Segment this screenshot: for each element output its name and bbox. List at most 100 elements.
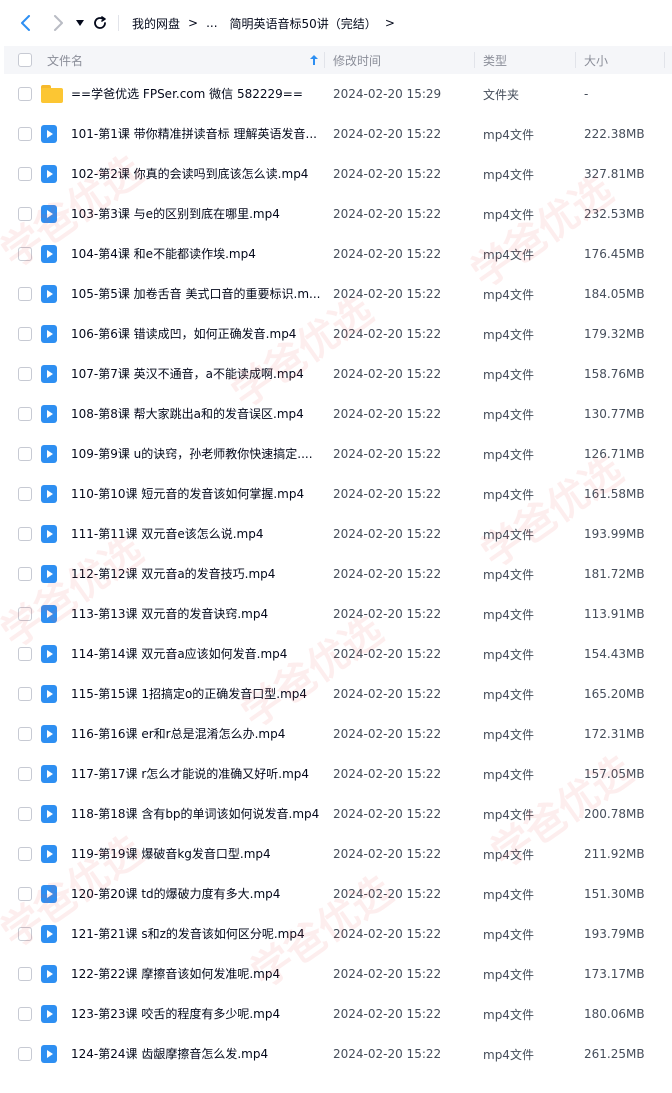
row-checkbox[interactable] <box>18 194 32 234</box>
table-row[interactable]: 115-第15课 1招搞定o的正确发音口型.mp4 2024-02-20 15:2… <box>4 674 672 714</box>
row-checkbox[interactable] <box>18 1034 32 1074</box>
row-checkbox[interactable] <box>18 314 32 354</box>
file-modified-time: 2024-02-20 15:22 <box>333 967 442 981</box>
row-checkbox[interactable] <box>18 634 32 674</box>
row-checkbox[interactable] <box>18 474 32 514</box>
table-row[interactable]: 122-第22课 摩擦音该如何发准呢.mp4 2024-02-20 15:22 mp… <box>4 954 672 994</box>
file-name[interactable]: 121-第21课 s和z的发音该如何区分呢.mp4 <box>71 914 321 954</box>
select-all-checkbox[interactable] <box>18 46 32 74</box>
file-name[interactable]: 105-第5课 加卷舌音 美式口音的重要标识.m... <box>71 274 321 314</box>
table-row[interactable]: 110-第10课 短元音的发音该如何掌握.mp4 2024-02-20 15:22… <box>4 474 672 514</box>
breadcrumb-item-root[interactable]: 我的网盘 <box>132 15 180 32</box>
file-name[interactable]: 123-第23课 咬舌的程度有多少呢.mp4 <box>71 994 321 1034</box>
row-checkbox[interactable] <box>18 674 32 714</box>
file-modified-time: 2024-02-20 15:22 <box>333 607 442 621</box>
table-row[interactable]: 119-第19课 爆破音kg发音口型.mp4 2024-02-20 15:22 mp… <box>4 834 672 874</box>
file-name[interactable]: 109-第9课 u的诀窍，孙老师教你快速搞定.... <box>71 434 321 474</box>
table-row[interactable]: 107-第7课 英汉不通音，a不能读成啊.mp4 2024-02-20 15:22… <box>4 354 672 394</box>
file-type: mp4文件 <box>483 527 534 542</box>
column-divider[interactable] <box>575 52 576 68</box>
table-row[interactable]: 114-第14课 双元音a应该如何发音.mp4 2024-02-20 15:22 m… <box>4 634 672 674</box>
file-name[interactable]: 111-第11课 双元音e该怎么说.mp4 <box>71 514 321 554</box>
file-modified-time: 2024-02-20 15:22 <box>333 847 442 861</box>
breadcrumb-item-ellipsis[interactable]: ... <box>206 16 217 30</box>
column-header-type[interactable]: 类型 <box>483 46 507 74</box>
table-row[interactable]: 109-第9课 u的诀窍，孙老师教你快速搞定.... 2024-02-20 15:… <box>4 434 672 474</box>
file-name[interactable]: 118-第18课 含有bp的单词该如何说发音.mp4 <box>71 794 321 834</box>
column-divider[interactable] <box>324 52 325 68</box>
file-size: 157.05MB <box>584 767 645 781</box>
refresh-icon[interactable] <box>90 13 110 33</box>
column-divider[interactable] <box>664 52 665 68</box>
table-row[interactable]: 106-第6课 错读成凹，如何正确发音.mp4 2024-02-20 15:22 m… <box>4 314 672 354</box>
row-checkbox[interactable] <box>18 394 32 434</box>
column-divider[interactable] <box>474 52 475 68</box>
file-name[interactable]: 107-第7课 英汉不通音，a不能读成啊.mp4 <box>71 354 321 394</box>
column-header-modified[interactable]: 修改时间 <box>333 46 381 74</box>
file-name[interactable]: 116-第16课 er和r总是混淆怎么办.mp4 <box>71 714 321 754</box>
file-size: 232.53MB <box>584 207 645 221</box>
row-checkbox[interactable] <box>18 274 32 314</box>
file-name[interactable]: 117-第17课 r怎么才能说的准确又好听.mp4 <box>71 754 321 794</box>
row-checkbox[interactable] <box>18 874 32 914</box>
file-name[interactable]: 122-第22课 摩擦音该如何发准呢.mp4 <box>71 954 321 994</box>
file-name[interactable]: 106-第6课 错读成凹，如何正确发音.mp4 <box>71 314 321 354</box>
row-checkbox[interactable] <box>18 514 32 554</box>
table-row[interactable]: 116-第16课 er和r总是混淆怎么办.mp4 2024-02-20 15:22… <box>4 714 672 754</box>
row-checkbox[interactable] <box>18 714 32 754</box>
row-checkbox[interactable] <box>18 114 32 154</box>
file-name[interactable]: 114-第14课 双元音a应该如何发音.mp4 <box>71 634 321 674</box>
table-row[interactable]: 120-第20课 td的爆破力度有多大.mp4 2024-02-20 15:22 m… <box>4 874 672 914</box>
file-size: 222.38MB <box>584 127 645 141</box>
table-row[interactable]: 123-第23课 咬舌的程度有多少呢.mp4 2024-02-20 15:22 mp… <box>4 994 672 1034</box>
row-checkbox[interactable] <box>18 74 32 114</box>
row-checkbox[interactable] <box>18 794 32 834</box>
table-row[interactable]: 118-第18课 含有bp的单词该如何说发音.mp4 2024-02-20 15:… <box>4 794 672 834</box>
row-checkbox[interactable] <box>18 754 32 794</box>
file-name[interactable]: 102-第2课 你真的会读吗到底该怎么读.mp4 <box>71 154 321 194</box>
file-name[interactable]: 108-第8课 帮大家跳出a和的发音误区.mp4 <box>71 394 321 434</box>
table-row[interactable]: 105-第5课 加卷舌音 美式口音的重要标识.m... 2024-02-20 15… <box>4 274 672 314</box>
column-header-name[interactable]: 文件名 <box>47 46 83 74</box>
file-name[interactable]: 101-第1课 带你精准拼读音标 理解英语发音... <box>71 114 321 154</box>
file-name[interactable]: 110-第10课 短元音的发音该如何掌握.mp4 <box>71 474 321 514</box>
table-row[interactable]: 113-第13课 双元音的发音诀窍.mp4 2024-02-20 15:22 mp4… <box>4 594 672 634</box>
file-name[interactable]: 112-第12课 双元音a的发音技巧.mp4 <box>71 554 321 594</box>
table-row[interactable]: 103-第3课 与e的区别到底在哪里.mp4 2024-02-20 15:22 mp… <box>4 194 672 234</box>
table-row[interactable]: ==学爸优选 FPSer.com 微信 582229== 2024-02-20 1… <box>4 74 672 114</box>
row-checkbox[interactable] <box>18 954 32 994</box>
file-name[interactable]: 115-第15课 1招搞定o的正确发音口型.mp4 <box>71 674 321 714</box>
breadcrumb-item-current[interactable]: 简明英语音标50讲（完结） <box>230 15 377 32</box>
row-checkbox[interactable] <box>18 914 32 954</box>
forward-arrow-icon[interactable] <box>48 13 68 33</box>
row-checkbox[interactable] <box>18 234 32 274</box>
table-row[interactable]: 124-第24课 齿龈摩擦音怎么发.mp4 2024-02-20 15:22 mp4… <box>4 1034 672 1074</box>
file-name[interactable]: ==学爸优选 FPSer.com 微信 582229== <box>71 74 321 114</box>
file-type: mp4文件 <box>483 887 534 902</box>
table-row[interactable]: 101-第1课 带你精准拼读音标 理解英语发音... 2024-02-20 15:… <box>4 114 672 154</box>
back-arrow-icon[interactable] <box>16 13 36 33</box>
row-checkbox[interactable] <box>18 594 32 634</box>
row-checkbox[interactable] <box>18 554 32 594</box>
file-name[interactable]: 119-第19课 爆破音kg发音口型.mp4 <box>71 834 321 874</box>
table-row[interactable]: 112-第12课 双元音a的发音技巧.mp4 2024-02-20 15:22 mp… <box>4 554 672 594</box>
column-header-size[interactable]: 大小 <box>584 46 608 74</box>
file-name[interactable]: 120-第20课 td的爆破力度有多大.mp4 <box>71 874 321 914</box>
caret-down-icon[interactable] <box>70 13 90 33</box>
row-checkbox[interactable] <box>18 994 32 1034</box>
row-checkbox[interactable] <box>18 154 32 194</box>
table-row[interactable]: 111-第11课 双元音e该怎么说.mp4 2024-02-20 15:22 mp4… <box>4 514 672 554</box>
file-name[interactable]: 113-第13课 双元音的发音诀窍.mp4 <box>71 594 321 634</box>
row-checkbox[interactable] <box>18 354 32 394</box>
row-checkbox[interactable] <box>18 434 32 474</box>
table-row[interactable]: 102-第2课 你真的会读吗到底该怎么读.mp4 2024-02-20 15:22… <box>4 154 672 194</box>
table-row[interactable]: 117-第17课 r怎么才能说的准确又好听.mp4 2024-02-20 15:2… <box>4 754 672 794</box>
table-row[interactable]: 121-第21课 s和z的发音该如何区分呢.mp4 2024-02-20 15:2… <box>4 914 672 954</box>
sort-up-icon[interactable] <box>310 46 318 74</box>
file-name[interactable]: 104-第4课 和e不能都读作埃.mp4 <box>71 234 321 274</box>
file-name[interactable]: 124-第24课 齿龈摩擦音怎么发.mp4 <box>71 1034 321 1074</box>
table-row[interactable]: 104-第4课 和e不能都读作埃.mp4 2024-02-20 15:22 mp4文… <box>4 234 672 274</box>
row-checkbox[interactable] <box>18 834 32 874</box>
table-row[interactable]: 108-第8课 帮大家跳出a和的发音误区.mp4 2024-02-20 15:22… <box>4 394 672 434</box>
file-name[interactable]: 103-第3课 与e的区别到底在哪里.mp4 <box>71 194 321 234</box>
